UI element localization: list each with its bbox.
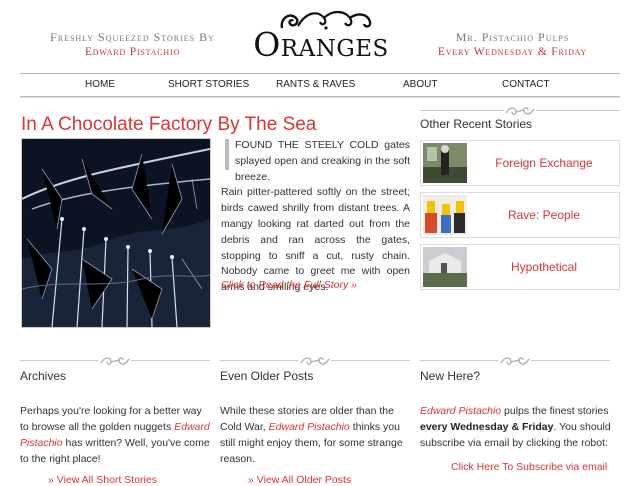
nav-about[interactable]: ABOUT: [403, 74, 437, 96]
recent-story-thumbnail: [423, 247, 467, 287]
factory-gate-photo: [22, 139, 210, 327]
new-here-divider: [420, 354, 610, 368]
tagline-right-line1: Mr. Pistachio Pulps: [455, 30, 570, 44]
divider-flourish-icon: [505, 107, 535, 115]
main-nav: HOME SHORT STORIES RANTS & RAVES ABOUT C…: [20, 73, 620, 97]
nav-underline: [20, 97, 620, 98]
subscribe-email-link[interactable]: Click Here To Subscribe via email: [451, 461, 607, 473]
schedule-text: Every Wednesday & Friday: [437, 46, 588, 58]
author-link[interactable]: Edward Pistachio: [420, 405, 501, 417]
featured-story-image[interactable]: [21, 138, 211, 328]
new-here-heading: New Here?: [420, 369, 481, 383]
divider-flourish-icon: [500, 357, 530, 365]
recent-story-thumbnail: [423, 143, 467, 183]
read-full-story-link[interactable]: Click to Read the Full Story »: [221, 279, 357, 291]
recent-stories-heading: Other Recent Stories: [420, 117, 533, 131]
site-logo[interactable]: Oranges: [242, 6, 400, 64]
recent-story-item[interactable]: Rave: People: [420, 192, 620, 238]
dropcap-bar: [225, 139, 229, 170]
recent-story-thumbnail: [423, 195, 467, 235]
recent-story-title[interactable]: Hypothetical: [469, 245, 619, 289]
bullet-icon: »: [48, 474, 57, 486]
sidebar-divider: [420, 104, 620, 118]
tagline-left: Freshly Squeezed Stories By Edward Pista…: [40, 30, 225, 59]
tagline-left-line1: Freshly Squeezed Stories By: [50, 30, 215, 44]
nav-rants-raves[interactable]: RANTS & RAVES: [276, 74, 355, 96]
older-posts-heading: Even Older Posts: [220, 369, 314, 383]
older-posts-divider: [220, 354, 410, 368]
author-link[interactable]: Edward Pistachio: [269, 421, 350, 433]
new-here-text-a: pulps the finest stories: [504, 405, 609, 417]
tagline-right: Mr. Pistachio Pulps Every Wednesday & Fr…: [420, 30, 605, 59]
recent-story-item[interactable]: Hypothetical: [420, 244, 620, 290]
archives-text: Perhaps you're looking for a better way …: [20, 403, 210, 467]
divider-flourish-icon: [100, 357, 130, 365]
new-here-text: Edward Pistachio pulps the finest storie…: [420, 403, 612, 451]
view-older-posts-label: View All Older Posts: [256, 474, 352, 486]
nav-contact[interactable]: CONTACT: [502, 74, 550, 96]
recent-story-title[interactable]: Foreign Exchange: [469, 141, 619, 185]
featured-story-title[interactable]: In A Chocolate Factory By The Sea: [21, 114, 316, 136]
recent-story-title[interactable]: Rave: People: [469, 193, 619, 237]
excerpt-opening: FOUND THE STEELY COLD gates splayed open…: [235, 139, 410, 183]
view-older-posts-link[interactable]: » View All Older Posts: [248, 474, 351, 486]
view-all-stories-label: View All Short Stories: [56, 474, 157, 486]
nav-short-stories[interactable]: SHORT STORIES: [168, 74, 249, 96]
divider-flourish-icon: [300, 357, 330, 365]
archives-divider: [20, 354, 210, 368]
view-all-stories-link[interactable]: » View All Short Stories: [48, 474, 157, 486]
logo-wordmark: Oranges: [253, 25, 389, 64]
recent-story-item[interactable]: Foreign Exchange: [420, 140, 620, 186]
featured-story-excerpt: FOUND THE STEELY COLD gates splayed open…: [221, 138, 410, 296]
excerpt-body: Rain pitter-pattered softly on the stree…: [221, 186, 410, 294]
older-posts-text: While these stories are older than the C…: [220, 403, 410, 467]
archives-heading: Archives: [20, 369, 67, 383]
new-here-schedule: every Wednesday & Friday: [420, 421, 554, 433]
author-name[interactable]: Edward Pistachio: [40, 45, 225, 59]
nav-home[interactable]: HOME: [85, 74, 115, 96]
bullet-icon: »: [248, 474, 257, 486]
